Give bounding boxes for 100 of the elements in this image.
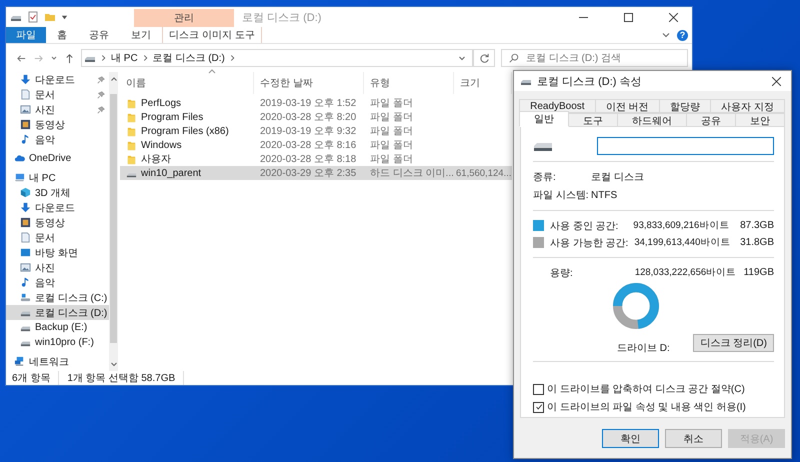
file-row[interactable]: Program Files 2020-03-28 오후 8:20 파일 폴더 [120, 110, 512, 124]
monitor-icon [20, 247, 31, 258]
ribbon-tab[interactable]: 공유 [78, 27, 120, 43]
dialog-tab[interactable]: 공유 [686, 113, 736, 127]
breadcrumb-chevron-icon[interactable] [101, 54, 106, 62]
dialog-button[interactable]: 취소 [665, 429, 722, 448]
navigation-item[interactable]: 사진 [6, 102, 109, 117]
navigation-label: win10pro (F:) [35, 337, 94, 348]
navigation-item[interactable]: 다운로드 [6, 200, 109, 215]
navigation-item[interactable]: 동영상 [6, 215, 109, 230]
file-size: 61,560,124... [455, 168, 512, 178]
up-arrow-icon[interactable] [64, 52, 75, 64]
navigation-item[interactable]: 3D 개체 [6, 185, 109, 200]
navigation-item[interactable]: 음악 [6, 132, 109, 147]
breadcrumb-chevron-icon[interactable] [142, 54, 148, 62]
byte-count: 34,199,613,440바이트 [634, 236, 732, 249]
breadcrumb-chevron-icon[interactable] [230, 54, 235, 62]
navigation-label: 동영상 [35, 216, 65, 230]
search-field[interactable]: 로컬 디스크 (D:) 검색 [501, 49, 688, 67]
file-type: 파일 폴더 [369, 125, 414, 138]
navigation-item[interactable]: 음악 [6, 275, 109, 290]
refresh-button[interactable] [473, 49, 495, 67]
navigation-label: 문서 [35, 232, 55, 244]
dialog-tab[interactable]: 이전 버전 [594, 99, 660, 113]
address-history-caret-icon[interactable] [458, 54, 466, 62]
dropdown-caret-icon[interactable] [61, 14, 68, 20]
column-header[interactable]: 크기 [454, 72, 512, 94]
navigation-item[interactable]: 내 PC [6, 170, 109, 185]
file-type: 하드 디스크 이미... [369, 167, 454, 180]
help-icon[interactable]: ? [677, 30, 688, 40]
scrollbar[interactable] [109, 72, 118, 371]
disk-cleanup-button[interactable]: 디스크 정리(D) [693, 334, 774, 352]
music-note-icon [20, 134, 31, 145]
breadcrumb-item[interactable]: 로컬 디스크 (D:) [152, 51, 225, 65]
column-header[interactable]: 수정한 날짜 [254, 72, 364, 94]
contextual-tab-group-header: 관리 [134, 9, 234, 27]
status-text: 6개 항목 [12, 371, 60, 385]
navigation-item[interactable]: 바탕 화면 [6, 245, 109, 260]
file-row[interactable]: 사용자 2020-03-28 오후 8:18 파일 폴더 [120, 152, 512, 166]
dialog-tab[interactable]: 하드웨어 [617, 113, 687, 127]
close-icon[interactable] [669, 12, 678, 22]
navigation-item[interactable]: 문서 [6, 87, 109, 102]
navigation-item[interactable]: 문서 [6, 230, 109, 245]
dialog-button[interactable]: 확인 [602, 429, 659, 448]
navigation-item[interactable]: 사진 [6, 260, 109, 275]
option-checkbox[interactable]: 이 드라이브의 파일 속성 및 내용 색인 허용(I) [533, 400, 774, 414]
properties-checkmark-icon[interactable] [27, 11, 39, 23]
ribbon-tab[interactable]: 홈 [46, 27, 78, 43]
ribbon-tab[interactable]: 보기 [120, 27, 162, 43]
drive-icon [533, 140, 553, 152]
recent-locations-caret-icon[interactable] [50, 54, 58, 62]
navigation-item[interactable]: win10pro (F:) [6, 335, 109, 350]
column-header[interactable]: 유형 [364, 72, 454, 94]
address-bar[interactable]: 내 PC 로컬 디스크 (D:) [81, 49, 473, 67]
scrollbar-thumb[interactable] [110, 94, 117, 343]
breadcrumb-item[interactable]: 내 PC [111, 51, 138, 65]
pin-icon[interactable] [97, 106, 105, 114]
checkbox[interactable] [533, 384, 544, 394]
scroll-up-icon[interactable] [110, 75, 118, 83]
maximize-icon[interactable] [624, 12, 633, 22]
size-value: 87.3GB [740, 220, 774, 231]
file-row[interactable]: PerfLogs 2019-03-19 오후 1:52 파일 폴더 [120, 96, 512, 110]
navigation-item[interactable]: 로컬 디스크 (C:) [6, 290, 109, 305]
dialog-tab[interactable]: 할당량 [658, 99, 711, 113]
file-name: Program Files (x86) [141, 126, 229, 136]
dialog-tab[interactable]: 보안 [735, 113, 785, 127]
file-tab[interactable]: 파일 [6, 27, 46, 43]
back-arrow-icon[interactable] [16, 52, 27, 64]
field-label: 종류: [533, 171, 557, 184]
checkbox[interactable] [533, 402, 544, 412]
modified-date: 2020-03-28 오후 8:20 [259, 111, 358, 124]
expand-ribbon-chevron-icon[interactable] [661, 30, 671, 40]
option-checkbox[interactable]: 이 드라이브를 압축하여 디스크 공간 절약(C) [533, 382, 774, 396]
navigation-item[interactable]: 로컬 디스크 (D:) [6, 305, 109, 320]
file-row[interactable]: win10_parent 2020-03-29 오후 2:35 하드 디스크 이미... 61,560,124... [120, 166, 512, 180]
navigation-item[interactable]: 동영상 [6, 117, 109, 132]
drive-name-field[interactable] [597, 137, 774, 155]
file-type: 파일 폴더 [369, 97, 414, 110]
file-row[interactable]: Program Files (x86) 2019-03-19 오후 9:32 파일 폴더 [120, 124, 512, 138]
folder-icon [126, 140, 137, 150]
document-icon [20, 232, 31, 243]
file-name: PerfLogs [141, 98, 182, 108]
download-arrow-icon [20, 202, 31, 213]
column-header[interactable]: 이름 [120, 72, 254, 94]
file-name: Windows [141, 140, 182, 150]
pin-icon[interactable] [97, 90, 105, 98]
navigation-item[interactable]: 네트워크 [6, 354, 109, 369]
scroll-down-icon[interactable] [110, 360, 118, 368]
navigation-item[interactable]: OneDrive [6, 151, 109, 166]
pin-icon[interactable] [97, 76, 105, 84]
music-note-icon [20, 277, 31, 288]
navigation-item[interactable]: 다운로드 [6, 72, 109, 87]
close-icon[interactable] [772, 76, 781, 86]
dialog-tab[interactable]: 일반 [519, 111, 569, 127]
navigation-label: 바탕 화면 [35, 246, 78, 260]
navigation-item[interactable]: Backup (E:) [6, 320, 109, 335]
document-icon [20, 89, 31, 100]
dialog-title: 로컬 디스크 (D:) 속성 [537, 74, 642, 88]
dialog-tab[interactable]: 사용자 지정 [710, 99, 785, 113]
file-row[interactable]: Windows 2020-03-28 오후 8:16 파일 폴더 [120, 138, 512, 152]
